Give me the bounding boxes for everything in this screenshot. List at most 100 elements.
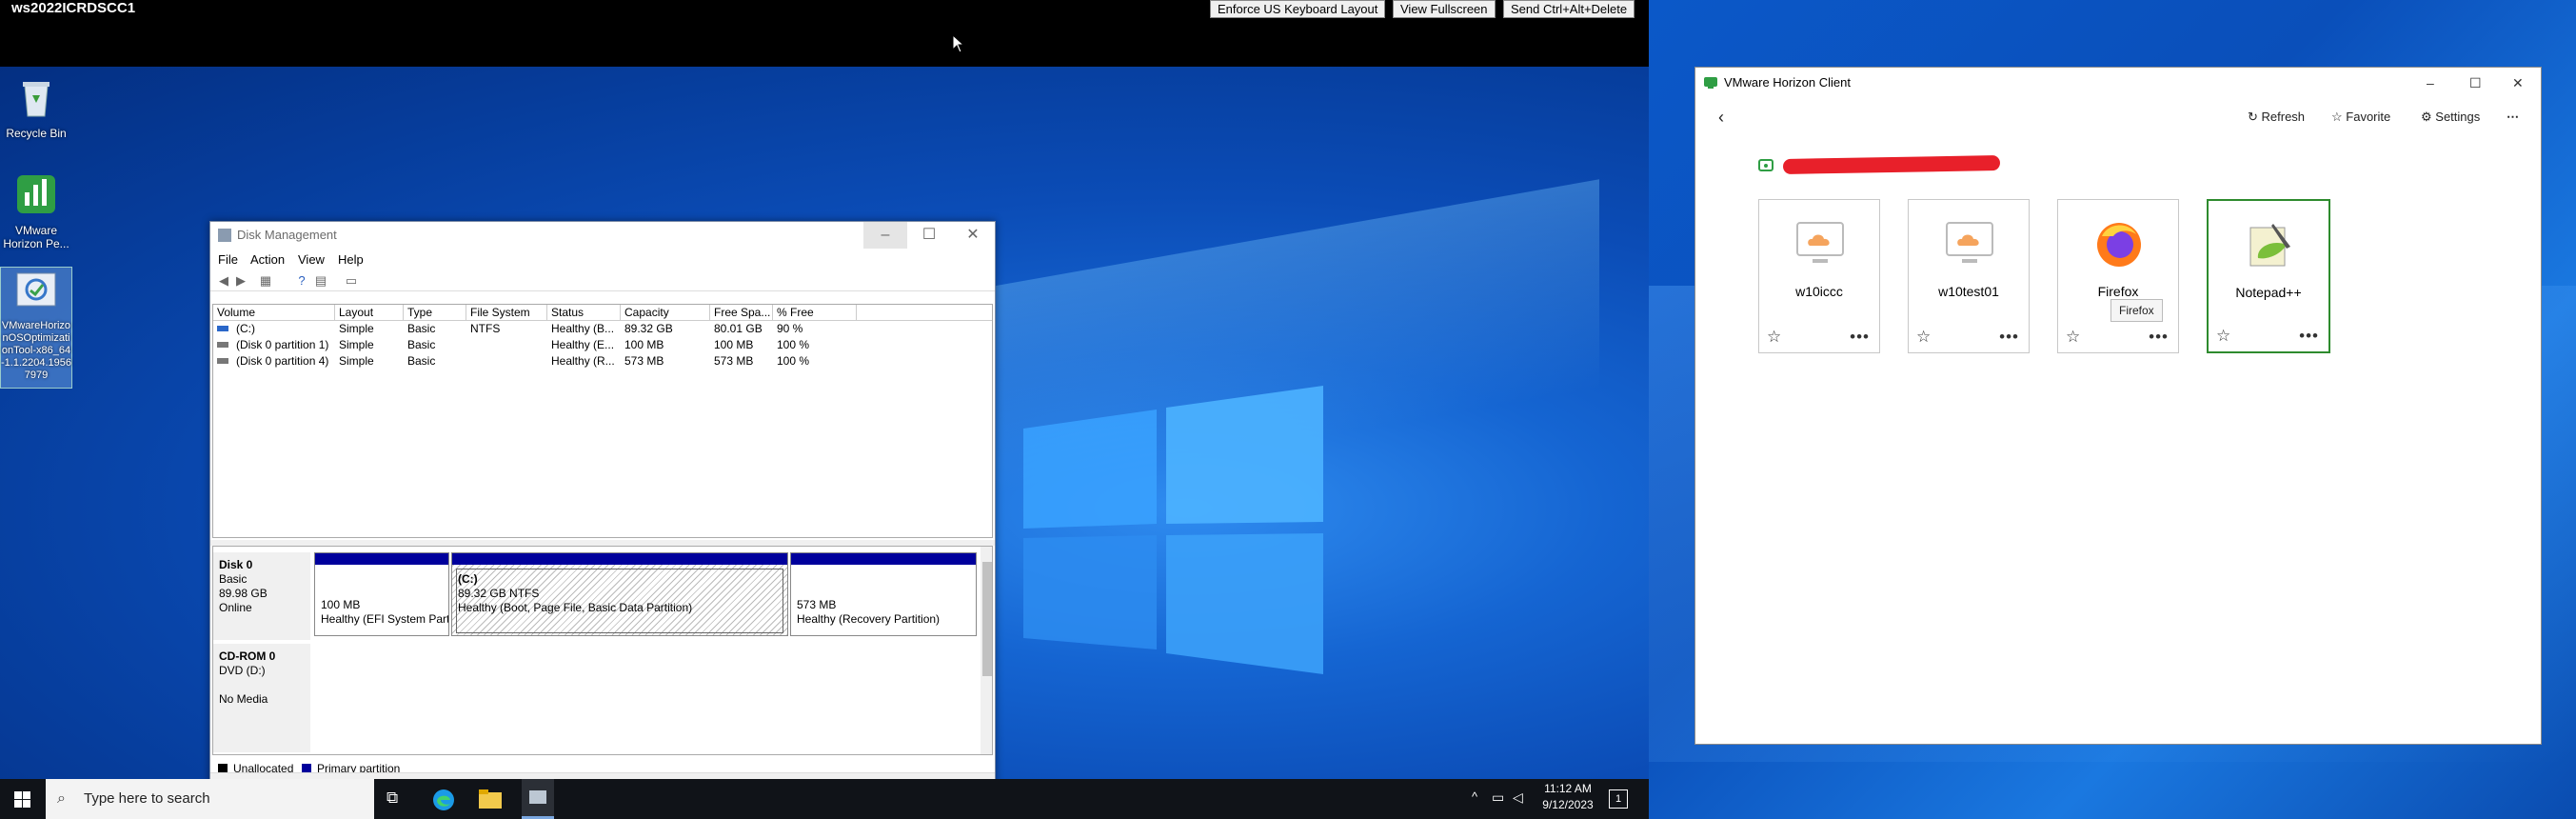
cell-status: Healthy (B... <box>551 322 615 335</box>
partition-status: Healthy (EFI System Part <box>321 612 449 626</box>
cdrom-media: No Media <box>219 692 268 706</box>
column-percent-free[interactable]: % Free <box>773 305 857 321</box>
clock-time: 11:12 AM <box>1544 782 1592 795</box>
favorite-star-icon[interactable]: ☆ <box>2066 328 2080 347</box>
settings-button[interactable]: ⚙ Settings <box>2421 108 2480 127</box>
column-file-system[interactable]: File System <box>466 305 547 321</box>
scrollbar[interactable] <box>981 547 992 754</box>
menu-view[interactable]: View <box>298 250 325 270</box>
close-button[interactable]: ✕ <box>951 222 995 249</box>
more-icon[interactable]: ••• <box>1999 328 2019 347</box>
close-button[interactable]: ✕ <box>2512 68 2524 98</box>
cdrom-type: DVD (D:) <box>219 664 266 677</box>
edge-icon[interactable] <box>432 789 455 811</box>
minimize-button[interactable]: – <box>863 222 907 249</box>
partition-recovery[interactable]: 573 MB Healthy (Recovery Partition) <box>790 552 977 636</box>
view-fullscreen-button[interactable]: View Fullscreen <box>1393 0 1496 18</box>
favorite-button[interactable]: ☆ Favorite <box>2331 108 2390 127</box>
file-explorer-icon[interactable] <box>479 789 502 809</box>
toolbar: ◀ ▶ ▦ ? ▤ ▭ <box>210 270 995 291</box>
gear-icon: ⚙ <box>2421 110 2436 124</box>
taskbar-disk-management[interactable] <box>522 779 554 819</box>
cell-type: Basic <box>407 354 436 368</box>
cdrom-name: CD-ROM 0 <box>219 649 276 663</box>
cell-status: Healthy (E... <box>551 338 615 351</box>
cell-percent-free: 100 % <box>777 338 810 351</box>
forward-icon[interactable]: ▶ <box>233 273 248 289</box>
help-icon[interactable]: ? <box>294 273 309 289</box>
column-filler <box>857 305 992 321</box>
window-title: VMware Horizon Client <box>1724 75 1851 90</box>
cell-free-space: 100 MB <box>714 338 754 351</box>
menu-help[interactable]: Help <box>338 250 364 270</box>
scrollbar-thumb[interactable] <box>982 562 992 676</box>
properties-icon[interactable]: ▤ <box>313 273 328 289</box>
column-volume[interactable]: Volume <box>213 305 335 321</box>
more-icon[interactable]: ••• <box>1850 328 1870 347</box>
cell-volume: (C:) <box>236 322 255 335</box>
task-view-icon[interactable]: ⧉ <box>386 789 398 808</box>
partition-bar <box>452 553 787 565</box>
back-icon[interactable]: ◀ <box>216 273 231 289</box>
volume-icon[interactable]: ◁ <box>1513 789 1523 806</box>
enforce-keyboard-button[interactable]: Enforce US Keyboard Layout <box>1210 0 1386 18</box>
menu-file[interactable]: File <box>218 250 238 270</box>
refresh-button[interactable]: ↻ Refresh <box>2248 108 2305 127</box>
more-options-icon[interactable]: ⋯ <box>2507 108 2519 127</box>
tile-notepad-plus-plus[interactable]: Notepad++ ☆ ••• <box>2207 199 2330 353</box>
favorite-star-icon[interactable]: ☆ <box>2216 327 2230 346</box>
favorite-star-icon[interactable]: ☆ <box>1767 328 1781 347</box>
favorite-star-icon[interactable]: ☆ <box>1916 328 1931 347</box>
start-icon[interactable] <box>14 791 30 808</box>
taskbar-search[interactable]: ⌕ Type here to search <box>46 779 374 819</box>
notification-icon[interactable]: 1 <box>1609 789 1628 809</box>
volume-list: Volume Layout Type File System Status Ca… <box>212 304 993 538</box>
desktop-icon-label: VMware Horizon Pe... <box>3 224 69 250</box>
disk0-type: Basic <box>219 572 248 586</box>
more-icon[interactable]: ••• <box>2299 327 2319 346</box>
disk-graph-pane: Disk 0 Basic 89.98 GB Online 100 MB Heal… <box>212 546 993 755</box>
more-icon[interactable]: ••• <box>2149 328 2169 347</box>
tile-firefox[interactable]: Firefox ☆ ••• <box>2057 199 2179 353</box>
partition-c[interactable]: (C:) 89.32 GB NTFS Healthy (Boot, Page F… <box>451 552 788 636</box>
maximize-button[interactable]: ☐ <box>2469 68 2482 98</box>
network-icon[interactable]: ▭ <box>1492 789 1504 806</box>
cdrom-label[interactable]: CD-ROM 0 DVD (D:) No Media <box>213 644 310 752</box>
column-status[interactable]: Status <box>547 305 621 321</box>
menu-action[interactable]: Action <box>250 250 285 270</box>
minimize-button[interactable]: – <box>2427 68 2434 98</box>
star-icon: ☆ <box>2331 110 2347 124</box>
column-type[interactable]: Type <box>404 305 466 321</box>
tile-w10test01[interactable]: w10test01 ☆ ••• <box>1908 199 2030 353</box>
back-arrow-icon[interactable]: ‹ <box>1718 108 1724 127</box>
cell-volume: (Disk 0 partition 1) <box>236 338 329 351</box>
view-icon[interactable]: ▭ <box>344 273 359 289</box>
partition-text: 100 MB Healthy (EFI System Part <box>321 584 449 627</box>
desktop-icon-vmware-horizon[interactable]: VMware Horizon Pe... <box>0 171 72 250</box>
desktop-icon-optimization-tool[interactable]: VMwareHorizonOSOptimizationTool-x86_64-1… <box>0 267 72 389</box>
column-free-space[interactable]: Free Spa... <box>710 305 773 321</box>
console-tree-icon[interactable]: ▦ <box>258 273 273 289</box>
partition-bar <box>791 553 976 565</box>
horizon-toolbar: ‹ ↻ Refresh ☆ Favorite ⚙ Settings ⋯ <box>1695 98 2541 136</box>
maximize-button[interactable]: ☐ <box>907 222 951 249</box>
tile-name: Firefox <box>2097 284 2139 299</box>
column-capacity[interactable]: Capacity <box>621 305 710 321</box>
windows-logo-icon <box>1023 386 1323 674</box>
chevron-up-icon[interactable]: ^ <box>1472 789 1477 804</box>
refresh-label: Refresh <box>2261 110 2306 124</box>
partition-size: 100 MB <box>321 598 361 611</box>
cell-capacity: 100 MB <box>624 338 664 351</box>
volume-icon <box>217 326 228 331</box>
taskbar-clock[interactable]: 11:12 AM 9/12/2023 <box>1528 781 1608 813</box>
settings-label: Settings <box>2435 110 2481 124</box>
partition-efi[interactable]: 100 MB Healthy (EFI System Part <box>314 552 449 636</box>
volume-icon <box>217 358 228 364</box>
favorite-label: Favorite <box>2346 110 2391 124</box>
disk0-label[interactable]: Disk 0 Basic 89.98 GB Online <box>213 552 310 640</box>
desktop-icon-recycle-bin[interactable]: Recycle Bin <box>0 74 72 140</box>
redacted-server-name <box>1782 155 2001 174</box>
tile-w10iccc[interactable]: w10iccc ☆ ••• <box>1758 199 1880 353</box>
column-layout[interactable]: Layout <box>335 305 404 321</box>
send-ctrl-alt-delete-button[interactable]: Send Ctrl+Alt+Delete <box>1503 0 1635 18</box>
